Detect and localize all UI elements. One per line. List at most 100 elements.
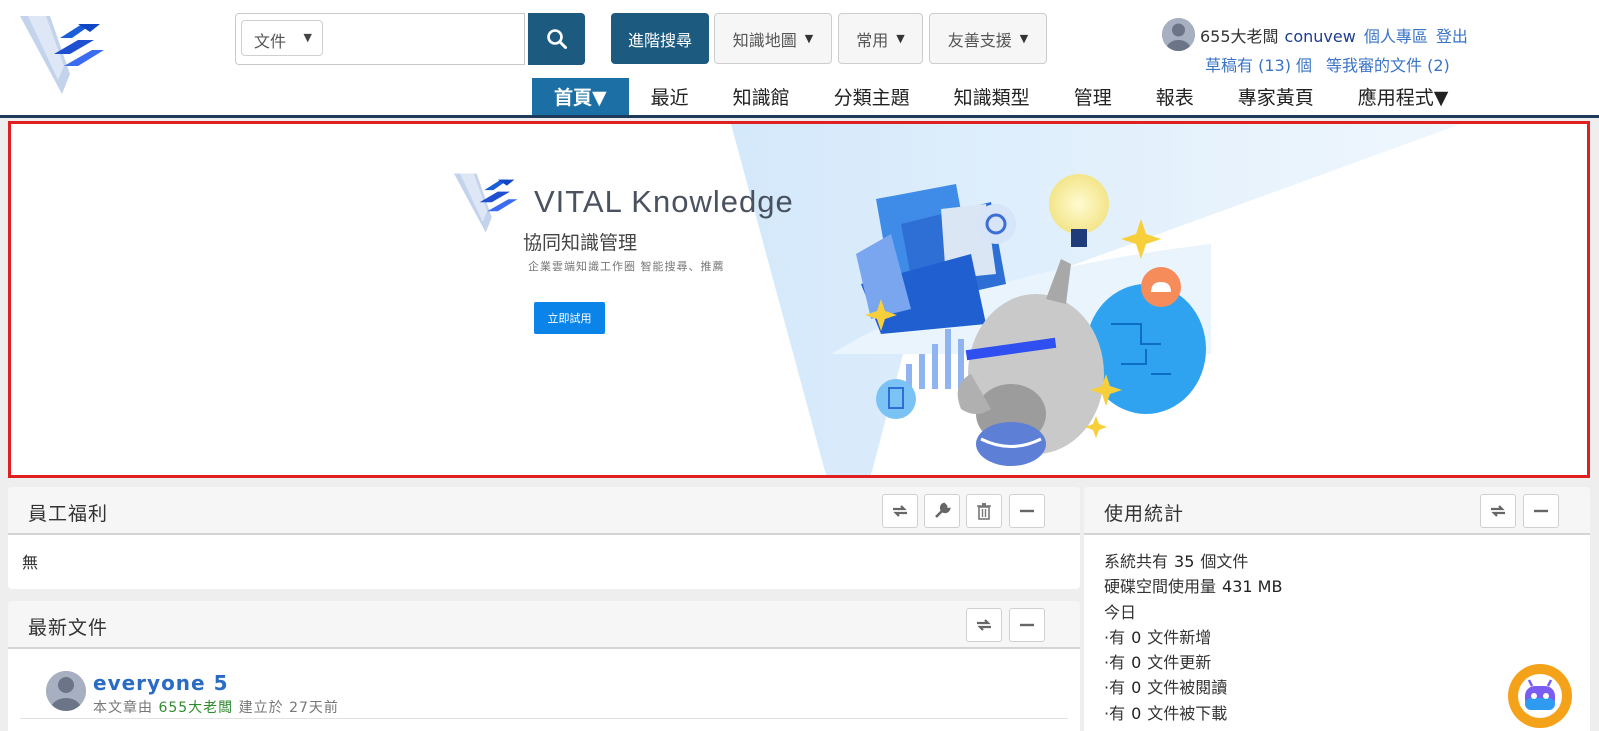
top-header: 文件 ▼ 進階搜尋 知識地圖 ▼ 常用 ▼ 友善支援 ▼ 655大老闆 conu… [0,0,1599,118]
search-button[interactable] [528,13,585,65]
doc-author-link[interactable]: 655大老闆 [158,700,233,716]
profile-link[interactable]: 個人專區 [1364,27,1428,46]
search-icon [546,29,567,49]
banner-illustration [731,124,1461,475]
main-nav: 首頁▼ 最近 知識館 分類主題 知識類型 管理 報表 專家黃頁 應用程式▼ [532,78,1470,115]
delete-button[interactable] [966,494,1002,528]
stat-today-label: 今日 [1104,602,1137,622]
wrench-icon [935,502,951,518]
stat-prefix: ·有 [1104,627,1126,647]
user-silhouette-icon [46,671,86,711]
advanced-search-button[interactable]: 進階搜尋 [611,13,709,64]
stat-label: 文件新增 [1147,627,1212,647]
robot-icon [1518,674,1562,718]
search-input[interactable] [331,18,511,58]
knowledge-map-dropdown[interactable]: 知識地圖 ▼ [714,13,832,64]
stat-value: 0 [1131,678,1142,698]
nav-knowledge-types[interactable]: 知識類型 [932,78,1052,115]
settings-button[interactable] [924,494,960,528]
brand-logo-icon [454,173,518,233]
refresh-button[interactable] [1480,494,1516,528]
stat-label: 個文件 [1200,552,1249,571]
chatbot-button[interactable] [1508,664,1572,728]
nav-experts[interactable]: 專家黃頁 [1216,78,1336,115]
support-label: 友善支援 [947,30,1012,50]
stat-value: 431 MB [1222,577,1283,597]
stat-total-docs: 系統共有 35 個文件 [1104,549,1570,574]
collapse-button[interactable] [1523,494,1559,528]
stat-label: 文件被閱讀 [1147,678,1228,698]
user-name: 655大老闆 [1200,27,1279,46]
logout-link[interactable]: 登出 [1436,27,1468,46]
user-avatar[interactable] [1162,18,1195,51]
welfare-panel: 員工福利 無 [8,487,1080,589]
nav-categories[interactable]: 分類主題 [812,78,932,115]
welfare-panel-title: 員工福利 [28,503,109,525]
support-dropdown[interactable]: 友善支援 ▼ [929,13,1047,64]
nav-home[interactable]: 首頁▼ [532,78,629,115]
chevron-down-icon: ▼ [303,31,312,44]
doc-meta: 本文章由 655大老闆 建立於 27天前 [93,697,339,717]
pending-review-link[interactable]: 等我審的文件 (2) [1326,56,1450,75]
list-item: everyone 5 本文章由 655大老闆 建立於 27天前 [20,649,1068,719]
doc-title-link[interactable]: everyone 5 [93,671,229,695]
latest-docs-panel: 最新文件 everyone 5 本文章由 655大老闆 建立於 27天前 [8,601,1080,731]
user-tasks-line: 草稿有 (13) 個等我審的文件 (2) [1205,52,1450,76]
collapse-button[interactable] [1009,608,1045,642]
nav-admin[interactable]: 管理 [1052,78,1134,115]
collapse-button[interactable] [1009,494,1045,528]
welfare-panel-header: 員工福利 [8,487,1080,535]
stat-value: 0 [1131,627,1142,647]
latest-docs-panel-title: 最新文件 [28,617,109,639]
search-scope-label: 文件 [254,32,287,51]
stat-prefix: ·有 [1104,653,1126,673]
search-scope-select[interactable]: 文件 ▼ [241,20,323,56]
user-info-line: 655大老闆 conuvew 個人專區 登出 [1200,23,1468,47]
latest-docs-panel-header: 最新文件 [8,601,1080,649]
doc-created-label: 建立於 [238,700,284,716]
stat-downloaded-docs: ·有 0 文件被下載 [1104,701,1570,726]
usage-stats-panel-title: 使用統計 [1104,503,1185,525]
search-box: 文件 ▼ [235,13,525,65]
nav-library[interactable]: 知識館 [711,78,812,115]
common-dropdown[interactable]: 常用 ▼ [838,13,923,64]
stat-label: 硬碟空間使用量 [1104,577,1217,597]
brand-tagline: 協同知識管理 [523,232,638,254]
stat-prefix: ·有 [1104,703,1126,723]
author-avatar [46,671,86,711]
stat-value: 35 [1174,552,1195,571]
doc-meta-prefix: 本文章由 [93,700,153,716]
welfare-content: 無 [22,553,39,572]
stat-read-docs: ·有 0 文件被閱讀 [1104,675,1570,700]
refresh-button[interactable] [966,608,1002,642]
nav-recent[interactable]: 最近 [629,78,711,115]
advanced-search-label: 進階搜尋 [627,30,692,50]
stat-prefix: ·有 [1104,678,1126,698]
refresh-icon [1491,505,1505,517]
nav-reports[interactable]: 報表 [1134,78,1216,115]
stat-label: 文件被下載 [1147,703,1228,723]
chevron-down-icon: ▼ [896,32,905,45]
refresh-icon [977,619,991,631]
stat-disk-usage: 硬碟空間使用量 431 MB [1104,574,1570,599]
trash-icon [977,503,991,520]
refresh-button[interactable] [882,494,918,528]
doc-age: 27天前 [289,700,339,716]
user-account[interactable]: conuvew [1285,27,1356,46]
brand-subtitle: 企業雲端知識工作圈 智能搜尋、推薦 [528,260,725,273]
usage-stats-panel-header: 使用統計 [1084,487,1590,535]
chevron-down-icon: ▼ [1019,32,1029,45]
stat-updated-docs: ·有 0 文件更新 [1104,650,1570,675]
stat-label: 系統共有 [1104,552,1169,571]
nav-apps[interactable]: 應用程式▼ [1336,78,1471,115]
drafts-link[interactable]: 草稿有 (13) 個 [1205,56,1312,75]
common-label: 常用 [856,30,889,50]
site-logo-icon[interactable] [20,14,110,96]
stat-value: 0 [1131,703,1142,723]
hero-banner[interactable]: VITAL Knowledge 協同知識管理 企業雲端知識工作圈 智能搜尋、推薦… [8,121,1590,478]
minus-icon [1020,509,1034,513]
stat-new-docs: ·有 0 文件新增 [1104,625,1570,650]
welfare-panel-body: 無 [8,535,1080,587]
stat-value: 0 [1131,653,1142,673]
try-now-button[interactable]: 立即試用 [534,302,605,334]
